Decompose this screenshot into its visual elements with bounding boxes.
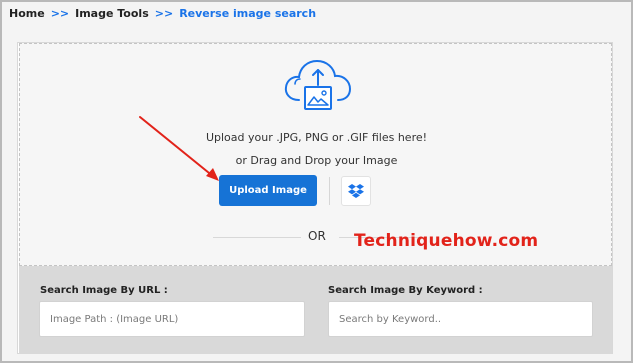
- breadcrumb-home[interactable]: Home: [9, 7, 45, 20]
- keyword-search-label: Search Image By Keyword :: [328, 285, 483, 296]
- drag-drop-text: or Drag and Drop your Image: [235, 154, 398, 167]
- keyword-search-input[interactable]: [328, 301, 593, 337]
- button-divider: [329, 177, 330, 205]
- dropbox-icon: [348, 183, 364, 198]
- red-arrow-annotation: [139, 116, 219, 181]
- url-search-label: Search Image By URL :: [40, 285, 168, 296]
- breadcrumb-separator: >>: [50, 7, 70, 20]
- dropbox-button[interactable]: [341, 176, 371, 206]
- breadcrumb-current[interactable]: Reverse image search: [179, 7, 316, 20]
- image-url-input[interactable]: [39, 301, 305, 337]
- breadcrumb-image-tools[interactable]: Image Tools: [75, 7, 149, 20]
- or-divider-line: [213, 237, 301, 238]
- watermark-text: Techniquehow.com: [354, 231, 539, 251]
- breadcrumb: Home >> Image Tools >> Reverse image sea…: [9, 7, 316, 20]
- or-divider-text: OR: [308, 229, 326, 243]
- upload-formats-text: Upload your .JPG, PNG or .GIF files here…: [205, 131, 428, 144]
- cloud-upload-icon: [284, 59, 352, 110]
- upload-image-button[interactable]: Upload Image: [219, 175, 317, 206]
- breadcrumb-separator: >>: [154, 7, 174, 20]
